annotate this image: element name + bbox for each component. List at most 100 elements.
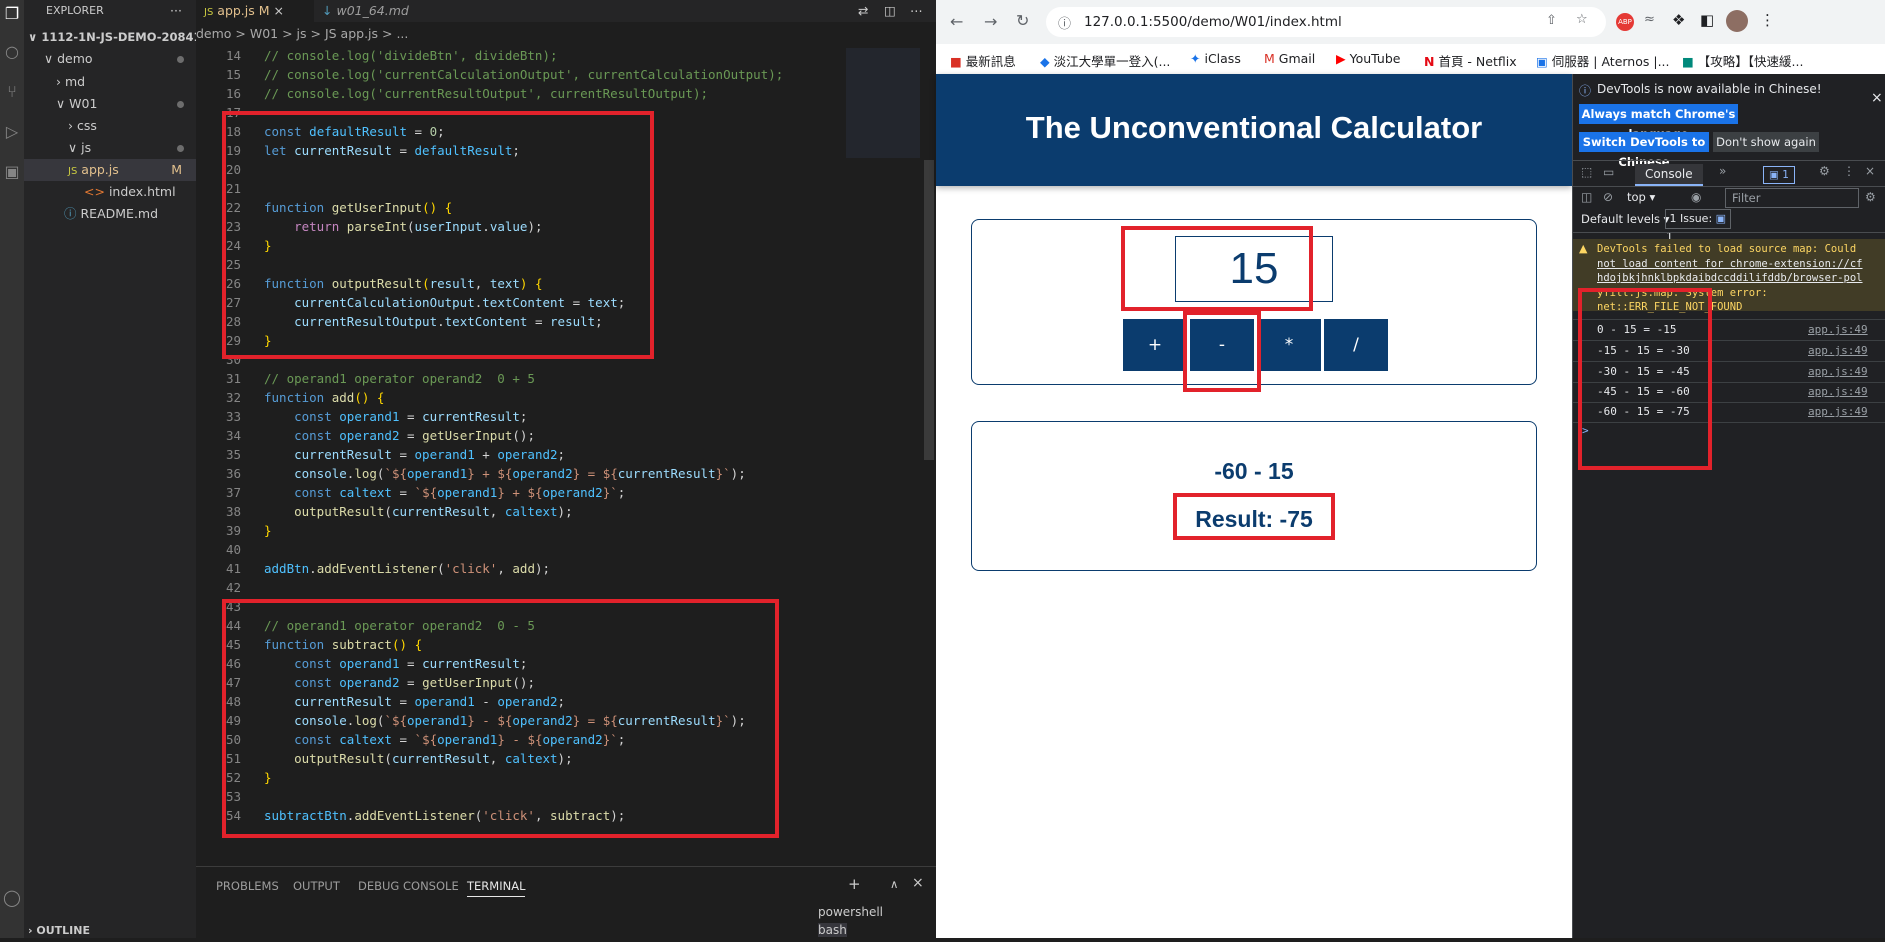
bookmark-item[interactable]: ◆ 淡江大學單一登入(... [1040,51,1170,70]
log-source-link[interactable]: app.js:49 [1808,385,1868,398]
minimap[interactable] [846,48,920,158]
log-source-link[interactable]: app.js:49 [1808,344,1868,357]
close-banner-icon[interactable]: × [1871,90,1883,106]
log-levels-dropdown[interactable]: Default levels ▾ [1581,212,1669,226]
forward-icon[interactable]: → [984,12,997,31]
tab-problems[interactable]: PROBLEMS [216,879,279,893]
run-debug-icon[interactable]: ▷ [2,122,22,142]
tab-debug-console[interactable]: DEBUG CONSOLE [358,879,459,893]
tree-item-appjs[interactable]: JS app.js M [24,159,196,181]
add-button[interactable]: + [1123,319,1187,371]
split-editor-icon[interactable]: ◫ [876,0,904,22]
avatar[interactable] [1726,10,1748,32]
tree-item-index-html[interactable]: <> index.html [84,181,176,203]
line-number: 37 [225,485,241,500]
more-tabs-icon[interactable]: » [1719,164,1726,178]
tree-item-demo[interactable]: ∨ demo [44,48,196,70]
bookmark-favicon: ▣ [1536,54,1548,69]
activity-bar: ❐ ○ ⑂ ▷ ▣ ◯ [0,0,24,938]
divide-button[interactable]: / [1324,319,1388,371]
log-source-link[interactable]: app.js:49 [1808,365,1868,378]
search-icon[interactable]: ○ [2,42,22,62]
log-source-link[interactable]: app.js:49 [1808,405,1868,418]
inspect-icon[interactable]: ⬚ [1581,165,1592,179]
tab-output[interactable]: OUTPUT [293,879,340,893]
more-options-icon[interactable]: ⋮ [1843,164,1855,178]
js-file-icon: JS [68,166,78,177]
filter-input[interactable]: Filter [1725,188,1859,208]
sidebar-toggle-icon[interactable]: ◫ [1581,190,1592,204]
editor-scrollbar[interactable] [924,160,934,460]
terminal-bash[interactable]: bash [818,923,847,937]
multiply-button[interactable]: * [1257,319,1321,371]
bottom-panel: PROBLEMS OUTPUT DEBUG CONSOLE TERMINAL +… [196,866,936,939]
project-root[interactable]: ∨ 1112-1N-JS-DEMO-20841... [28,26,215,48]
warning-line[interactable]: not load content for chrome-extension://… [1597,257,1883,272]
extension-icon[interactable]: ≈ [1644,12,1655,27]
extensions-puzzle-icon[interactable]: ❖ [1672,11,1685,29]
settings-icon[interactable]: ⚙ [1819,164,1830,178]
share-icon[interactable]: ⇧ [1546,13,1557,28]
tab-terminal[interactable]: TERMINAL [467,879,526,897]
close-icon[interactable]: × [274,3,284,18]
tree-item-readme[interactable]: ⓘ README.md [64,203,158,225]
close-panel-icon[interactable]: × [912,875,924,891]
compare-icon[interactable]: ⇄ [850,0,876,22]
bookmark-item[interactable]: ▶ YouTube [1336,51,1400,66]
explorer-more-icon[interactable]: ··· [170,0,182,22]
tree-item-js[interactable]: ∨ js [68,137,196,159]
menu-icon[interactable]: ⋮ [1760,11,1775,29]
line-number: 16 [225,86,241,101]
maximize-panel-icon[interactable]: ∧ [890,877,898,891]
outline-section[interactable]: › OUTLINE [28,920,90,942]
project-name: 1112-1N-JS-DEMO-20841... [41,30,215,44]
back-icon[interactable]: ← [950,12,963,31]
clear-console-icon[interactable]: ⊘ [1603,190,1613,204]
tree-item-md[interactable]: › md [56,71,85,93]
divider [1573,160,1885,161]
terminal-powershell[interactable]: powershell [818,905,883,919]
bookmark-item[interactable]: ■ 【攻略】【快速緩... [1682,51,1803,70]
reload-icon[interactable]: ↻ [1016,11,1029,30]
tree-item-css[interactable]: › css [68,115,97,137]
issues-badge[interactable]: ▣ 1 [1763,166,1795,184]
more-actions-icon[interactable]: ⋯ [902,0,931,22]
live-expression-icon[interactable]: ◉ [1691,190,1701,204]
outline-label: OUTLINE [36,924,90,937]
console-settings-icon[interactable]: ⚙ [1865,190,1876,204]
bookmark-favicon: ■ [950,54,962,69]
source-control-icon[interactable]: ⑂ [2,82,22,102]
bookmark-item[interactable]: ■ 最新訊息 [950,51,1016,70]
address-bar[interactable]: ⓘ 127.0.0.1:5500/demo/W01/index.html ⇧ ☆ [1046,7,1606,37]
tab-app-js[interactable]: JS app.js M × [196,0,314,22]
account-icon[interactable]: ◯ [2,888,22,908]
bookmark-item[interactable]: N 首頁 - Netflix [1424,51,1517,70]
html-file-icon: <> [84,184,105,199]
tab-console[interactable]: Console [1635,164,1703,186]
annotation-box [1173,493,1335,540]
add-terminal-icon[interactable]: + [848,875,861,893]
dont-show-button[interactable]: Don't show again [1713,132,1819,152]
site-info-icon[interactable]: ⓘ [1058,13,1071,32]
device-toggle-icon[interactable]: ▭ [1603,165,1614,179]
context-selector[interactable]: top ▾ [1627,190,1655,204]
match-language-button[interactable]: Always match Chrome's language [1579,104,1738,141]
close-devtools-icon[interactable]: × [1865,164,1875,178]
tab-w01-md[interactable]: ↓ w01_64.md [314,0,417,22]
log-source-link[interactable]: app.js:49 [1808,323,1868,336]
adblock-icon[interactable]: ABP [1616,13,1634,31]
files-icon[interactable]: ❐ [2,4,22,24]
tree-item-w01[interactable]: ∨ W01 [56,93,196,115]
warning-line[interactable]: hdojbkjhnklbpkdaibdccddilifddb/browser-p… [1597,271,1883,286]
bookmark-item[interactable]: M Gmail [1264,51,1315,66]
breadcrumb[interactable]: demo > W01 > js > JS app.js > ... [196,26,408,44]
bookmark-item[interactable]: ✦ iClass [1190,51,1241,66]
issues-counter[interactable]: 1 Issue: ▣ 1 [1665,209,1731,243]
extensions-icon[interactable]: ▣ [2,162,22,182]
side-panel-icon[interactable]: ◧ [1700,11,1714,29]
bookmark-item[interactable]: ▣ 伺服器 | Aternos |... [1536,51,1670,70]
issues-count: 1 [1782,169,1789,181]
switch-chinese-button[interactable]: Switch DevTools to Chinese [1579,132,1709,169]
bookmark-star-icon[interactable]: ☆ [1576,12,1588,27]
bookmark-favicon: ✦ [1190,51,1201,66]
